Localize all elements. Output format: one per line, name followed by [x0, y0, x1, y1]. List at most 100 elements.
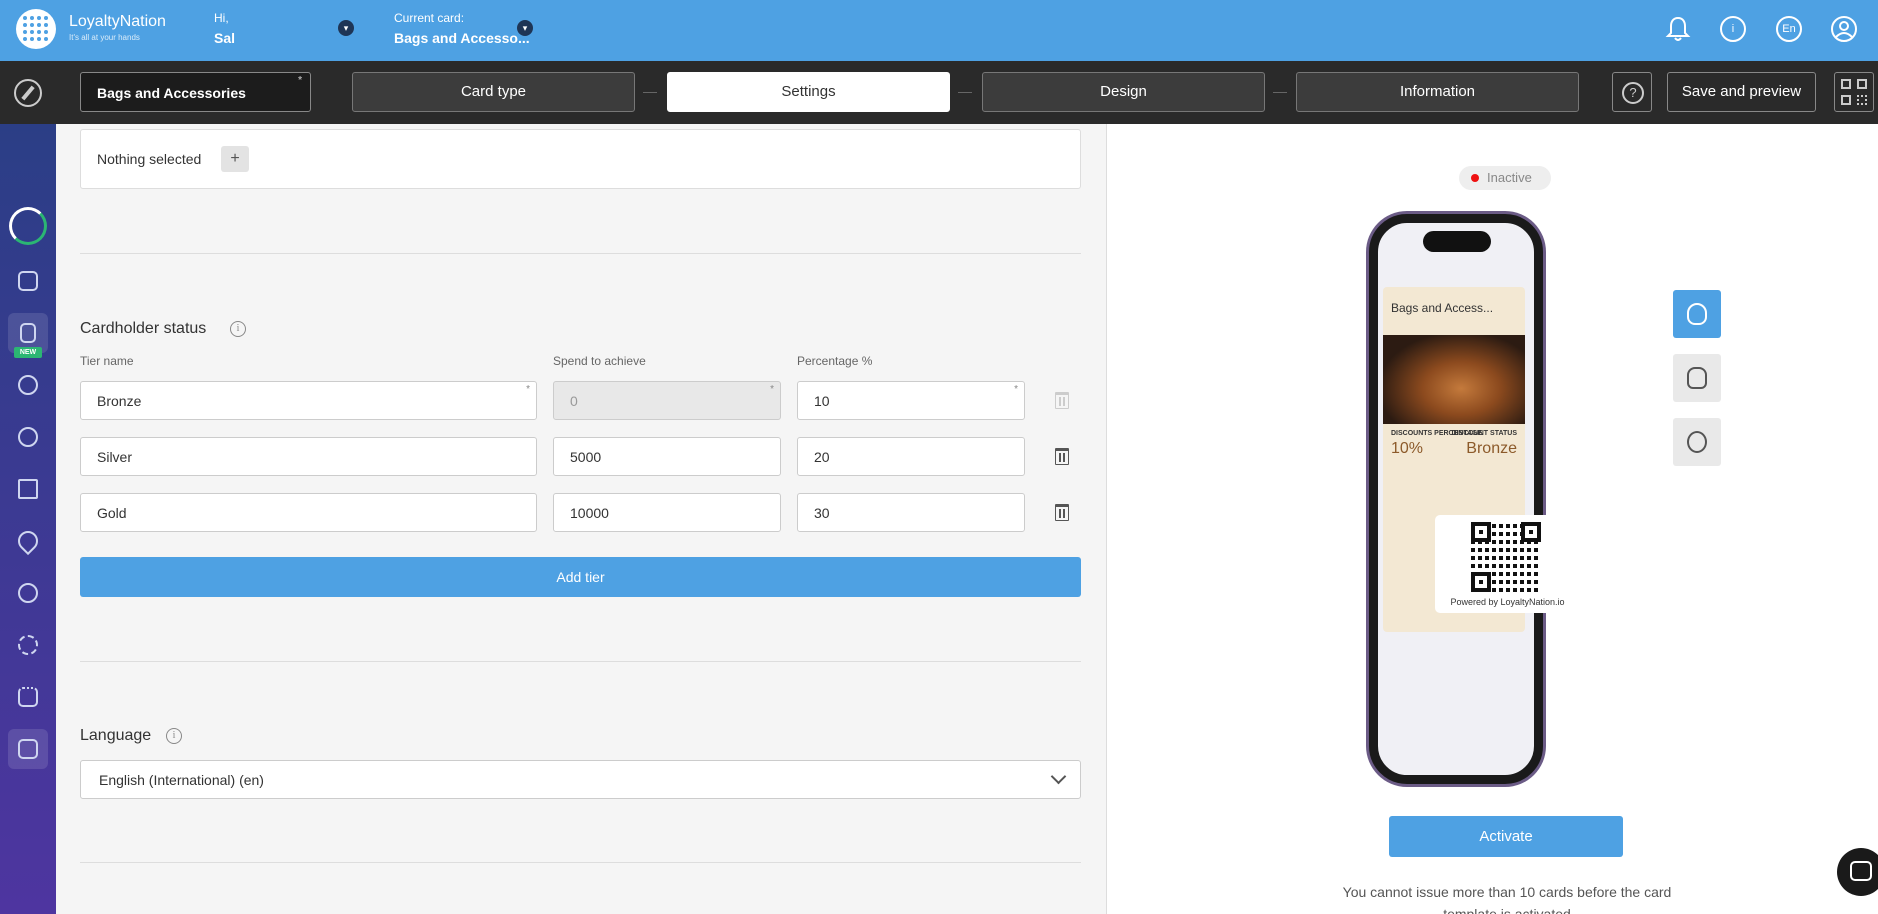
delete-tier-icon [1055, 392, 1069, 409]
apple-preview-button[interactable] [1673, 290, 1721, 338]
chat-icon[interactable] [8, 417, 48, 457]
spend-input[interactable]: 10000 [553, 493, 781, 532]
help-button[interactable]: ? [1612, 72, 1652, 112]
home-icon[interactable] [8, 261, 48, 301]
settings-icon[interactable] [8, 625, 48, 665]
nothing-selected-text: Nothing selected [97, 151, 202, 167]
crown-icon[interactable] [8, 677, 48, 717]
chevron-down-icon [1050, 768, 1067, 785]
store-icon[interactable] [8, 729, 48, 769]
spend-value: 0 [570, 393, 578, 409]
language-title: Language [80, 727, 152, 744]
tier-name-input[interactable]: Silver [80, 437, 537, 476]
step-separator [1273, 92, 1287, 93]
spend-input[interactable]: 5000 [553, 437, 781, 476]
spend-value: 5000 [570, 449, 602, 465]
wizard-toolbar: Bags and Accessories * Card type Setting… [0, 61, 1878, 124]
qr-code [1471, 522, 1541, 592]
delete-tier-icon[interactable] [1055, 448, 1069, 465]
language-icon[interactable]: En [1776, 16, 1802, 42]
logo-icon[interactable] [16, 9, 56, 49]
qr-code-box: Powered by LoyaltyNation.io [1435, 515, 1580, 613]
language-info-icon[interactable]: i [166, 728, 182, 744]
add-location-button[interactable]: + [221, 146, 249, 172]
tier-name-value: Silver [97, 449, 133, 465]
brand-name: LoyaltyNation [69, 13, 166, 30]
dynamic-island [1423, 231, 1491, 252]
user-icon[interactable] [8, 573, 48, 613]
user-name: Sal [214, 30, 236, 46]
percentage-input[interactable]: 30 [797, 493, 1025, 532]
delete-tier-icon[interactable] [1055, 504, 1069, 521]
bell-icon[interactable] [1665, 15, 1691, 43]
card-name-input[interactable]: Bags and Accessories * [80, 72, 311, 112]
profile-icon[interactable] [1831, 16, 1857, 42]
pass-left-value: 10% [1391, 440, 1424, 457]
tier-name-input[interactable]: Gold [80, 493, 537, 532]
required-mark: * [1014, 384, 1018, 395]
step-separator [643, 92, 657, 93]
pass-image [1383, 335, 1525, 424]
step-design[interactable]: Design [982, 72, 1265, 112]
brand-tagline: It's all at your hands [69, 33, 140, 42]
status-badge: Inactive [1459, 166, 1551, 190]
percentage-value: 20 [814, 449, 830, 465]
save-and-preview-button[interactable]: Save and preview [1667, 72, 1816, 112]
tier-name-input[interactable]: Bronze * [80, 381, 537, 420]
apple-icon [1687, 303, 1707, 325]
top-bar: LoyaltyNation It's all at your hands Hi,… [0, 0, 1878, 61]
android-preview-button[interactable] [1673, 354, 1721, 402]
user-dropdown-icon[interactable]: ▾ [338, 20, 354, 36]
pass-title: Bags and Access... [1391, 301, 1494, 315]
percentage-value: 30 [814, 505, 830, 521]
section-divider [80, 862, 1081, 863]
percentage-input[interactable]: 20 [797, 437, 1025, 476]
required-mark: * [298, 75, 302, 86]
language-value: English (International) (en) [99, 772, 264, 788]
info-icon[interactable]: i [1720, 16, 1746, 42]
spend-input: 0 * [553, 381, 781, 420]
chat-bubble-icon [1850, 861, 1872, 881]
pass-right-label: DISCOUNT STATUS [1451, 430, 1517, 437]
spend-column-label: Spend to achieve [553, 354, 646, 368]
rocket-icon[interactable] [9, 207, 47, 245]
section-divider [80, 253, 1081, 254]
powered-by-text: Powered by LoyaltyNation.io [1450, 597, 1565, 607]
android-icon [1687, 367, 1707, 389]
current-card-label: Current card: [394, 11, 465, 25]
tier-name-value: Bronze [97, 393, 142, 409]
qr-code-icon[interactable] [1834, 72, 1874, 112]
required-mark: * [526, 384, 530, 395]
language-select[interactable]: English (International) (en) [80, 760, 1081, 799]
add-tier-button[interactable]: Add tier [80, 557, 1081, 597]
left-sidebar: NEW [0, 124, 56, 914]
message-icon [1687, 431, 1707, 453]
percentage-input[interactable]: 10 * [797, 381, 1025, 420]
location-icon[interactable] [8, 521, 48, 561]
phone-mockup: Bags and Access... DISCOUNTS PERCENTAGE … [1369, 214, 1543, 784]
cardholder-status-info-icon[interactable]: i [230, 321, 246, 337]
tier-name-value: Gold [97, 505, 127, 521]
section-divider [80, 661, 1081, 662]
activation-warning: You cannot issue more than 10 cards befo… [1342, 884, 1672, 914]
users-icon[interactable] [8, 365, 48, 405]
cardholder-status-title: Cardholder status [80, 320, 207, 337]
card-dropdown-icon[interactable]: ▾ [517, 20, 533, 36]
step-settings[interactable]: Settings [667, 72, 950, 112]
locations-selector[interactable]: Nothing selected + [80, 129, 1081, 189]
flow-icon[interactable] [8, 469, 48, 509]
percentage-column-label: Percentage % [797, 354, 873, 368]
activate-button[interactable]: Activate [1389, 816, 1623, 857]
edit-icon[interactable] [14, 79, 42, 107]
required-mark: * [770, 384, 774, 395]
step-separator [958, 92, 972, 93]
card-preview-panel: Inactive Bags and Access... DISCOUNTS PE… [1106, 124, 1878, 914]
step-information[interactable]: Information [1296, 72, 1579, 112]
message-preview-button[interactable] [1673, 418, 1721, 466]
support-chat-button[interactable] [1837, 848, 1878, 896]
tier-name-column-label: Tier name [80, 354, 134, 368]
step-card-type[interactable]: Card type [352, 72, 635, 112]
card-name-value: Bags and Accessories [97, 85, 246, 101]
spend-value: 10000 [570, 505, 609, 521]
pass-right-value: Bronze [1466, 440, 1517, 457]
